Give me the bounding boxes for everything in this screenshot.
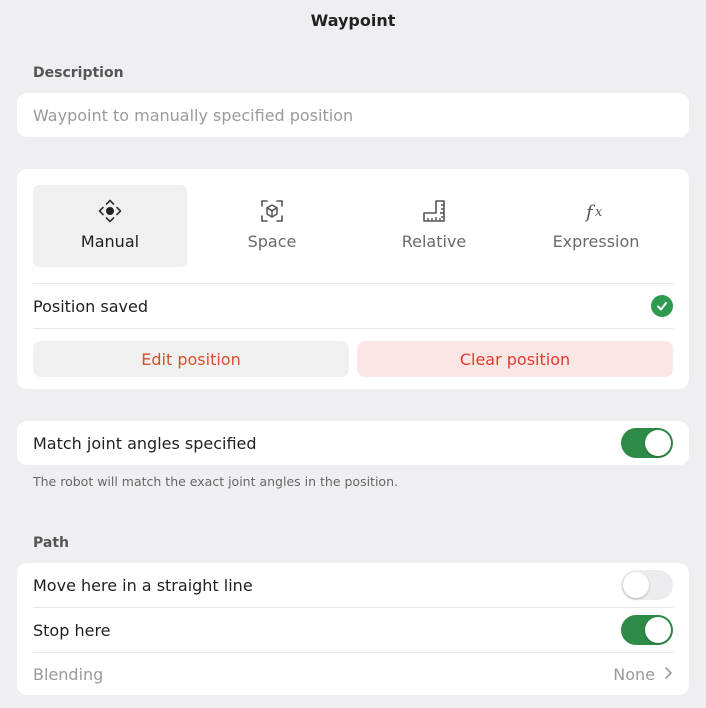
- tab-relative[interactable]: Relative: [357, 185, 511, 267]
- tab-expression[interactable]: f x Expression: [519, 185, 673, 267]
- straight-line-row: Move here in a straight line: [33, 563, 673, 607]
- mode-tabs: Manual Space Relative f x Expression: [33, 185, 681, 267]
- straight-line-label: Move here in a straight line: [33, 575, 253, 595]
- chevron-right-icon: [663, 665, 673, 684]
- tab-space[interactable]: Space: [195, 185, 349, 267]
- stop-here-label: Stop here: [33, 620, 111, 640]
- blending-select[interactable]: None: [613, 665, 673, 684]
- stop-here-row: Stop here: [33, 608, 673, 652]
- check-icon: [651, 295, 673, 317]
- tab-space-label: Space: [247, 232, 297, 251]
- page-title: Waypoint: [310, 11, 396, 30]
- function-icon: f x: [583, 198, 609, 224]
- edit-position-button[interactable]: Edit position: [33, 341, 349, 377]
- stop-here-toggle[interactable]: [621, 615, 673, 645]
- joint-angles-toggle[interactable]: [621, 428, 673, 458]
- position-status-text: Position saved: [33, 296, 148, 316]
- description-field[interactable]: [17, 93, 689, 137]
- tab-relative-label: Relative: [401, 232, 467, 251]
- space-icon: [259, 198, 285, 224]
- ruler-icon: [421, 198, 447, 224]
- clear-position-button[interactable]: Clear position: [357, 341, 673, 377]
- tab-expression-label: Expression: [552, 232, 640, 251]
- blending-value: None: [613, 664, 655, 684]
- svg-text:x: x: [595, 205, 603, 220]
- description-input[interactable]: [33, 105, 689, 125]
- position-mode-card: Manual Space Relative f x Expression Pos…: [17, 169, 689, 389]
- blending-label: Blending: [33, 664, 104, 684]
- path-label: Path: [33, 535, 69, 551]
- joint-angles-hint: The robot will match the exact joint ang…: [33, 474, 398, 489]
- joint-angles-row: Match joint angles specified: [33, 421, 673, 465]
- joint-angles-card: Match joint angles specified: [17, 421, 689, 465]
- path-card: Move here in a straight line Stop here B…: [17, 563, 689, 695]
- description-label: Description: [33, 65, 124, 81]
- joint-angles-label: Match joint angles specified: [33, 433, 257, 453]
- tab-manual-label: Manual: [80, 232, 140, 251]
- blending-row[interactable]: Blending None: [33, 653, 673, 695]
- tab-manual[interactable]: Manual: [33, 185, 187, 267]
- divider: [33, 328, 673, 329]
- position-status-row: Position saved: [33, 284, 673, 328]
- move-icon: [97, 198, 123, 224]
- straight-line-toggle[interactable]: [621, 570, 673, 600]
